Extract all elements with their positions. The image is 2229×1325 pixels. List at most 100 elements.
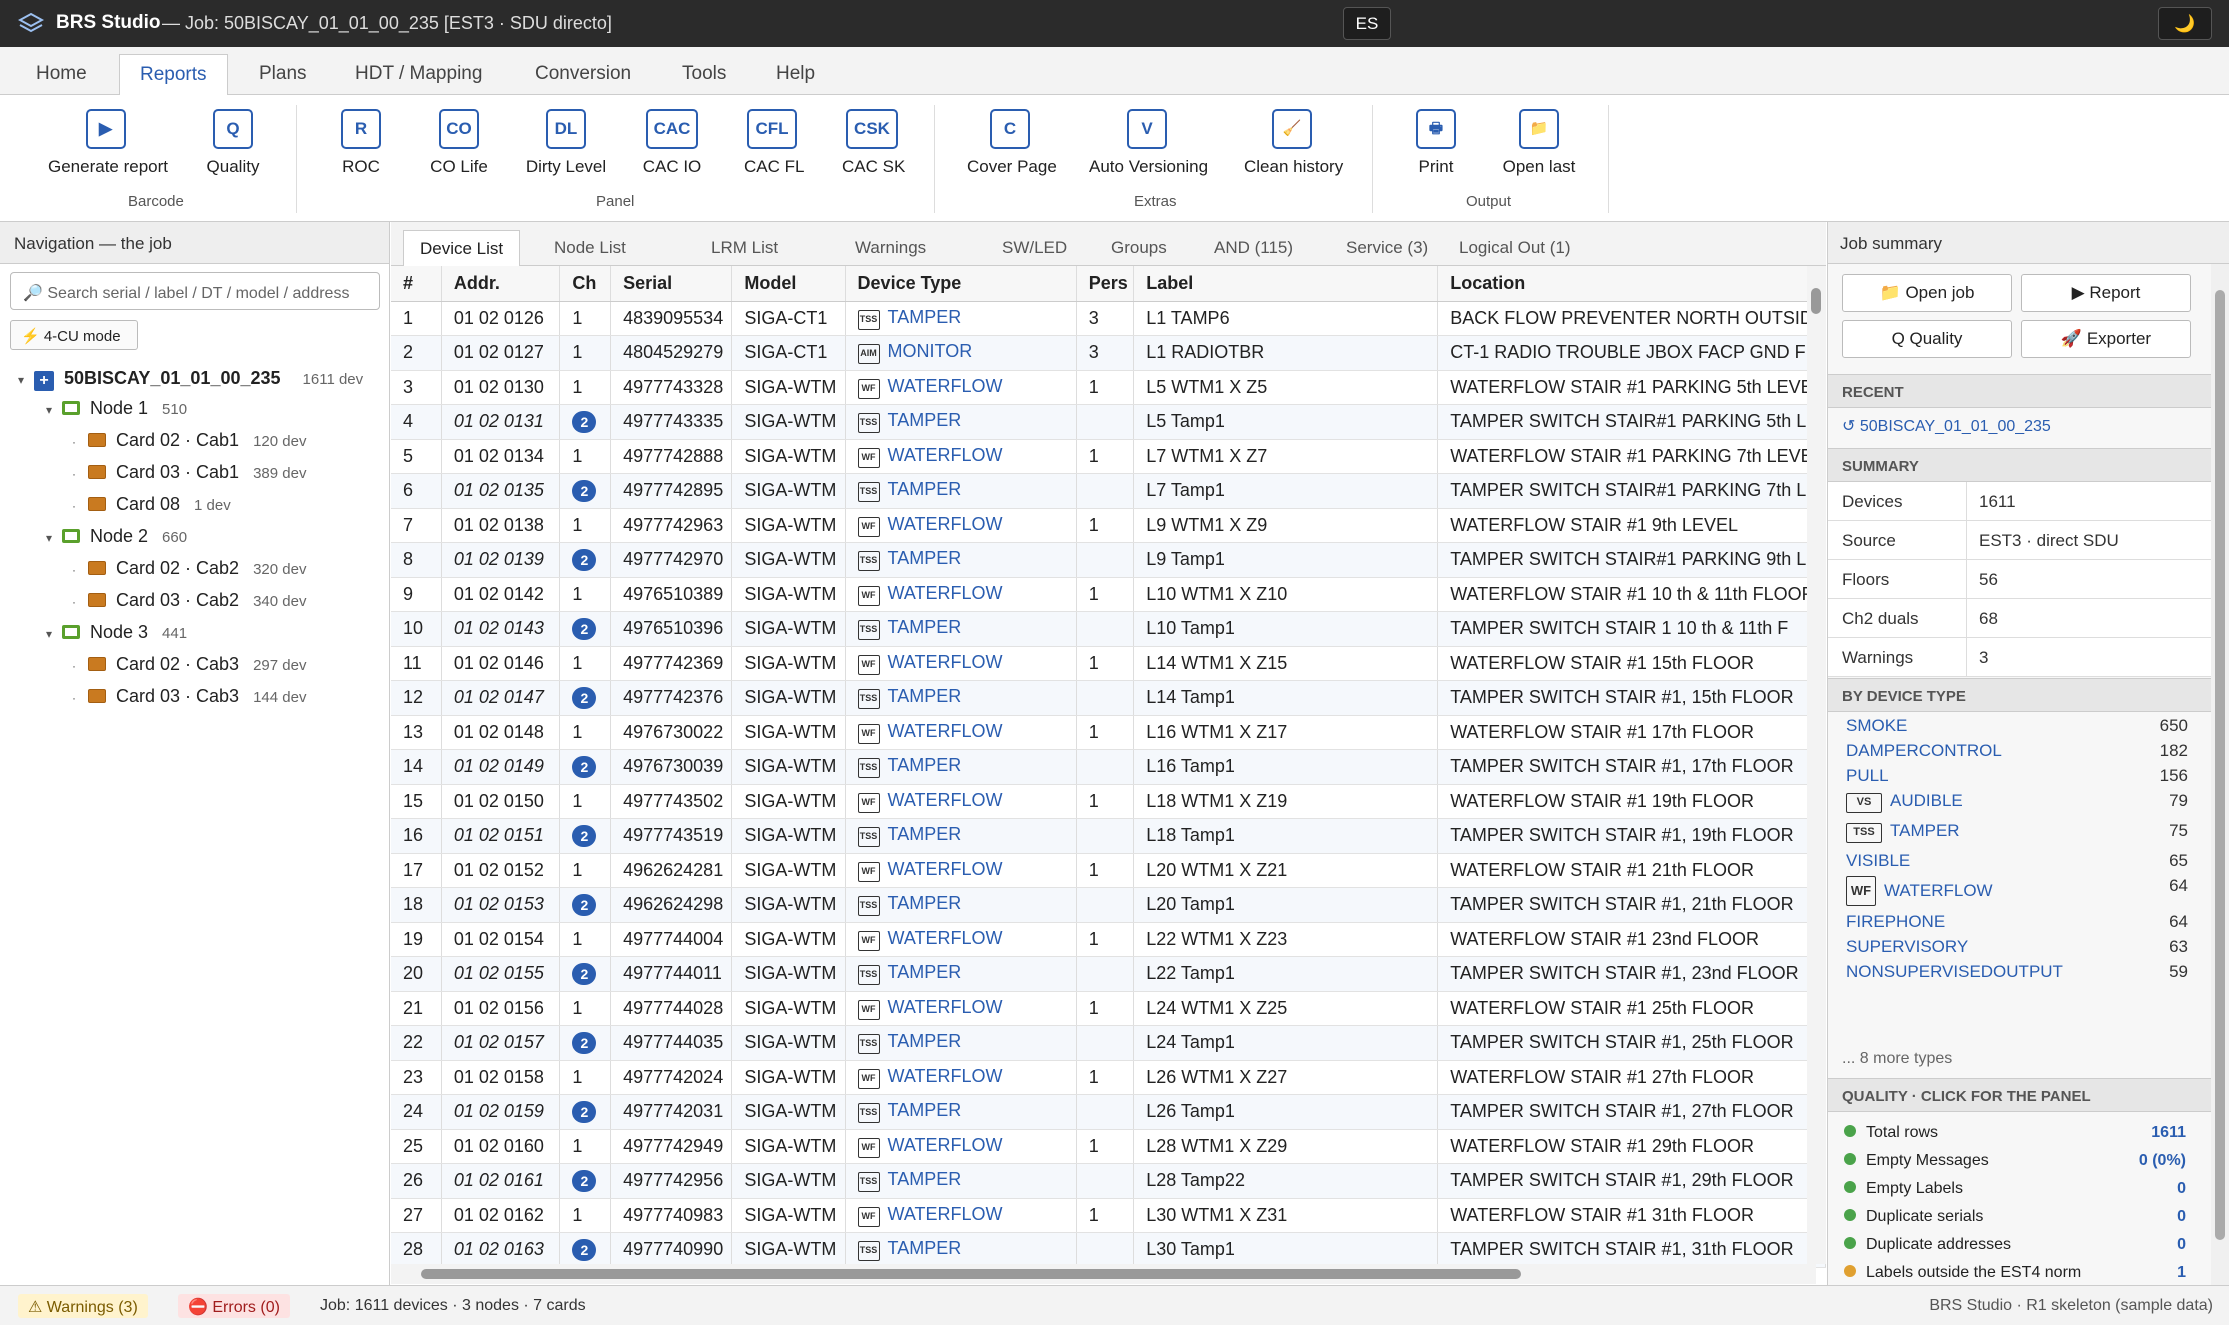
menu-home[interactable]: Home [36,63,87,85]
table-row[interactable]: 20 01 02 0155 2 4977744011 SIGA-WTM TSS TAMPER… [391,956,1826,992]
table-row[interactable]: 7 01 02 0138 1 4977742963 SIGA-WTM WF WATERFLO… [391,508,1826,543]
table-row[interactable]: 11 01 02 0146 1 4977742369 SIGA-WTM WF WATERFL… [391,646,1826,681]
open-last-button[interactable]: 📁 Open last [1502,109,1576,177]
table-row[interactable]: 1 01 02 0126 1 4839095534 SIGA-CT1 TSS TAMPER 3… [391,301,1826,336]
device-type-row[interactable]: SUPERVISORY 63 [1846,937,2206,957]
table-row[interactable]: 12 01 02 0147 2 4977742376 SIGA-WTM TSS TAMPER… [391,680,1826,716]
col-header[interactable]: Pers [1076,266,1135,302]
table-row[interactable]: 23 01 02 0158 1 4977742024 SIGA-WTM WF WATERFL… [391,1060,1826,1095]
print-button[interactable]: 🖶 Print [1413,109,1459,177]
tree-card[interactable]: · Card 02 · Cab3 297 dev [72,654,306,675]
tab-sw-led[interactable]: SW/LED [1002,238,1067,258]
quality-row[interactable]: Empty Labels 0 [1844,1180,2204,1198]
col-header[interactable]: Addr. [441,266,561,302]
device-type-row[interactable]: WF WATERFLOW 64 [1846,876,2206,906]
menu-tools[interactable]: Tools [682,63,726,85]
table-row[interactable]: 15 01 02 0150 1 4977743502 SIGA-WTM WF WATERFL… [391,784,1826,819]
table-row[interactable]: 25 01 02 0160 1 4977742949 SIGA-WTM WF WATERFL… [391,1129,1826,1164]
co-life-button[interactable]: CO CO Life [428,109,490,177]
menu-hdt-mapping[interactable]: HDT / Mapping [355,63,482,85]
table-row[interactable]: 26 01 02 0161 2 4977742956 SIGA-WTM TSS TAMPER… [391,1163,1826,1199]
language-toggle[interactable]: ES [1343,7,1391,40]
menu-conversion[interactable]: Conversion [535,63,631,85]
clean-history-button[interactable]: 🧹 Clean history [1244,109,1343,177]
generate-report-button[interactable]: ▶ Generate report [48,109,168,177]
tree-card[interactable]: · Card 03 · Cab1 389 dev [72,462,306,483]
scroll-thumb[interactable] [1811,288,1821,314]
quality-button[interactable]: Q Quality [203,109,263,177]
device-type-row[interactable]: FIREPHONE 64 [1846,912,2206,932]
table-row[interactable]: 28 01 02 0163 2 4977740990 SIGA-WTM TSS TAMPER… [391,1232,1826,1268]
tree-card[interactable]: · Card 03 · Cab3 144 dev [72,686,306,707]
quality-row[interactable]: Total rows 1611 [1844,1124,2204,1142]
tab-warnings[interactable]: Warnings [855,238,926,258]
scroll-thumb[interactable] [421,1269,1521,1279]
menu-help[interactable]: Help [776,63,815,85]
search-input[interactable]: 🔎 Search serial / label / DT / model / a… [10,272,380,310]
table-row[interactable]: 27 01 02 0162 1 4977740983 SIGA-WTM WF WATERFL… [391,1198,1826,1233]
open-job-button[interactable]: 📁 Open job [1842,274,2012,312]
cac-sk-button[interactable]: CSK CAC SK [842,109,905,177]
table-row[interactable]: 3 01 02 0130 1 4977743328 SIGA-WTM WF WATERFLO… [391,370,1826,405]
col-header[interactable]: # [391,266,442,302]
tab-node-list[interactable]: Node List [554,238,626,258]
cac-io-button[interactable]: CAC CAC IO [642,109,702,177]
horizontal-scrollbar[interactable] [391,1264,1816,1284]
device-type-row[interactable]: TSS TAMPER 75 [1846,821,2206,843]
tree-node-3[interactable]: ▾ Node 3 441 [46,622,187,643]
table-row[interactable]: 18 01 02 0153 2 4962624298 SIGA-WTM TSS TAMPER… [391,887,1826,923]
auto-versioning-button[interactable]: V Auto Versioning [1089,109,1208,177]
col-header[interactable]: Label [1133,266,1439,302]
tree-card[interactable]: · Card 02 · Cab2 320 dev [72,558,306,579]
menu-reports[interactable]: Reports [119,54,228,96]
exporter-button[interactable]: 🚀 Exporter [2021,320,2191,358]
cac-fl-button[interactable]: CFL CAC FL [744,109,804,177]
roc-button[interactable]: R ROC [334,109,388,177]
chevron-down-icon[interactable]: ▾ [18,373,34,387]
table-row[interactable]: 5 01 02 0134 1 4977742888 SIGA-WTM WF WATERFLO… [391,439,1826,474]
device-type-row[interactable]: NONSUPERVISEDOUTPUT 59 [1846,962,2206,982]
table-row[interactable]: 2 01 02 0127 1 4804529279 SIGA-CT1 AIM MONITOR… [391,335,1826,371]
table-row[interactable]: 19 01 02 0154 1 4977744004 SIGA-WTM WF WATERFL… [391,922,1826,957]
tab-logical-out[interactable]: Logical Out (1) [1459,238,1571,258]
tree-card[interactable]: · Card 08 1 dev [72,494,231,515]
chevron-down-icon[interactable]: ▾ [46,403,62,417]
table-row[interactable]: 24 01 02 0159 2 4977742031 SIGA-WTM TSS TAMPER… [391,1094,1826,1130]
tab-and[interactable]: AND (115) [1214,238,1293,258]
col-header[interactable]: Location [1437,266,1826,302]
col-header[interactable]: Device Type [845,266,1077,302]
chevron-down-icon[interactable]: ▾ [46,627,62,641]
moon-icon[interactable]: 🌙 [2158,7,2212,40]
device-type-row[interactable]: VISIBLE 65 [1846,851,2206,871]
chevron-down-icon[interactable]: ▾ [46,531,62,545]
tab-device-list[interactable]: Device List [403,230,521,267]
scroll-thumb[interactable] [2215,290,2225,1240]
device-type-row[interactable]: VS AUDIBLE 79 [1846,791,2206,813]
table-row[interactable]: 4 01 02 0131 2 4977743335 SIGA-WTM TSS TAMPER L… [391,404,1826,440]
quality-button[interactable]: Q Quality [1842,320,2012,358]
warnings-badge[interactable]: ⚠ Warnings (3) [18,1294,148,1318]
dirty-level-button[interactable]: DL Dirty Level [524,109,608,177]
report-button[interactable]: ▶ Report [2021,274,2191,312]
col-header[interactable]: Serial [610,266,733,302]
table-row[interactable]: 10 01 02 0143 2 4976510396 SIGA-WTM TSS TAMPER… [391,611,1826,647]
tree-card[interactable]: · Card 03 · Cab2 340 dev [72,590,306,611]
tab-lrm-list[interactable]: LRM List [711,238,778,258]
tree-root[interactable]: ▾ +50BISCAY_01_01_00_235 1611 dev [18,368,363,391]
quality-section-title[interactable]: QUALITY · CLICK FOR THE PANEL [1828,1078,2211,1112]
quality-row[interactable]: Duplicate addresses 0 [1844,1236,2204,1254]
table-row[interactable]: 17 01 02 0152 1 4962624281 SIGA-WTM WF WATERFL… [391,853,1826,888]
device-type-row[interactable]: DAMPERCONTROL 182 [1846,741,2206,761]
errors-badge[interactable]: ⛔ Errors (0) [178,1294,290,1318]
table-row[interactable]: 14 01 02 0149 2 4976730039 SIGA-WTM TSS TAMPER… [391,749,1826,785]
menu-plans[interactable]: Plans [259,63,307,85]
table-row[interactable]: 22 01 02 0157 2 4977744035 SIGA-WTM TSS TAMPER… [391,1025,1826,1061]
device-type-row[interactable]: PULL 156 [1846,766,2206,786]
quality-row[interactable]: Empty Messages 0 (0%) [1844,1152,2204,1170]
table-row[interactable]: 8 01 02 0139 2 4977742970 SIGA-WTM TSS TAMPER L… [391,542,1826,578]
tree-node-1[interactable]: ▾ Node 1 510 [46,398,187,419]
vertical-scrollbar[interactable] [1807,266,1826,1264]
table-row[interactable]: 13 01 02 0148 1 4976730022 SIGA-WTM WF WATERFL… [391,715,1826,750]
tab-service[interactable]: Service (3) [1346,238,1428,258]
table-row[interactable]: 16 01 02 0151 2 4977743519 SIGA-WTM TSS TAMPER… [391,818,1826,854]
